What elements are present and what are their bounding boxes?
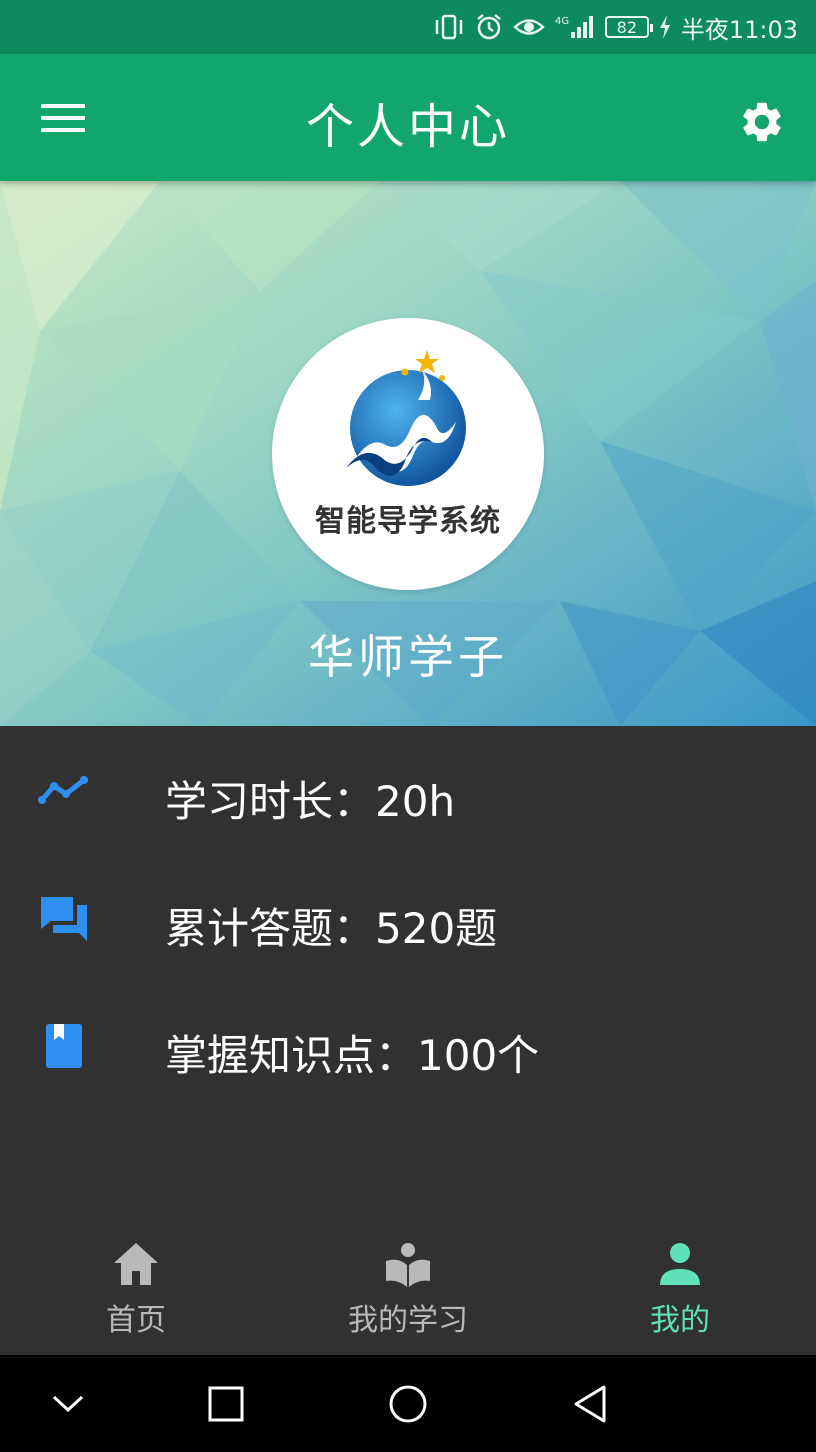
home-system-button[interactable] bbox=[383, 1379, 433, 1429]
trending-icon bbox=[36, 762, 92, 818]
charging-icon bbox=[659, 15, 671, 39]
nav-label: 我的学习 bbox=[348, 1303, 468, 1338]
page-title: 个人中心 bbox=[305, 99, 510, 155]
hide-nav-button[interactable] bbox=[43, 1379, 93, 1429]
gear-icon bbox=[743, 102, 781, 142]
user-name: 华师学子 bbox=[308, 630, 508, 684]
battery-level: 82 bbox=[616, 17, 637, 37]
logo-text: 智能导学系统 bbox=[315, 504, 501, 539]
battery-icon: 82 bbox=[604, 16, 653, 38]
system-nav-bar bbox=[0, 1355, 816, 1452]
eye-icon bbox=[512, 14, 545, 40]
stat-label: 累计答题：520题 bbox=[165, 904, 498, 953]
recent-apps-button[interactable] bbox=[201, 1379, 251, 1429]
recent-apps-icon bbox=[208, 1386, 244, 1422]
status-bar: 4G 82 半夜11:03 bbox=[0, 0, 816, 54]
back-button[interactable] bbox=[565, 1379, 615, 1429]
stat-answered: 累计答题：520题 bbox=[0, 853, 816, 980]
chat-icon bbox=[36, 891, 92, 947]
stat-knowledge: 掌握知识点：100个 bbox=[0, 980, 816, 1107]
home-circle-icon bbox=[389, 1385, 427, 1423]
profile-header: 智能导学系统 华师学子 bbox=[0, 181, 816, 726]
reading-icon bbox=[386, 1243, 430, 1287]
svg-text:4G: 4G bbox=[555, 16, 569, 27]
app-logo-icon bbox=[346, 350, 466, 486]
status-time: 半夜11:03 bbox=[680, 15, 798, 44]
nav-item-home[interactable]: 首页 bbox=[0, 1227, 272, 1355]
app-bar: 个人中心 bbox=[0, 54, 816, 181]
nav-item-mine[interactable]: 我的 bbox=[544, 1227, 816, 1355]
stat-study-time: 学习时长：20h bbox=[0, 726, 816, 853]
home-icon bbox=[114, 1243, 158, 1285]
person-icon bbox=[660, 1243, 700, 1285]
alarm-icon bbox=[475, 13, 503, 41]
nav-item-my-study[interactable]: 我的学习 bbox=[272, 1227, 544, 1355]
vibrate-icon bbox=[433, 14, 465, 40]
settings-button[interactable] bbox=[732, 92, 792, 152]
chevron-down-icon bbox=[52, 1395, 84, 1413]
signal-4g-icon: 4G bbox=[555, 14, 595, 40]
stat-label: 学习时长：20h bbox=[165, 777, 456, 826]
avatar[interactable]: 智能导学系统 bbox=[272, 318, 544, 590]
stat-label: 掌握知识点：100个 bbox=[165, 1031, 540, 1080]
bottom-nav: 首页 我的学习 我的 bbox=[0, 1227, 816, 1355]
nav-label: 我的 bbox=[650, 1303, 710, 1338]
back-icon bbox=[574, 1385, 606, 1423]
nav-label: 首页 bbox=[106, 1303, 166, 1338]
bookmark-book-icon bbox=[36, 1018, 92, 1074]
